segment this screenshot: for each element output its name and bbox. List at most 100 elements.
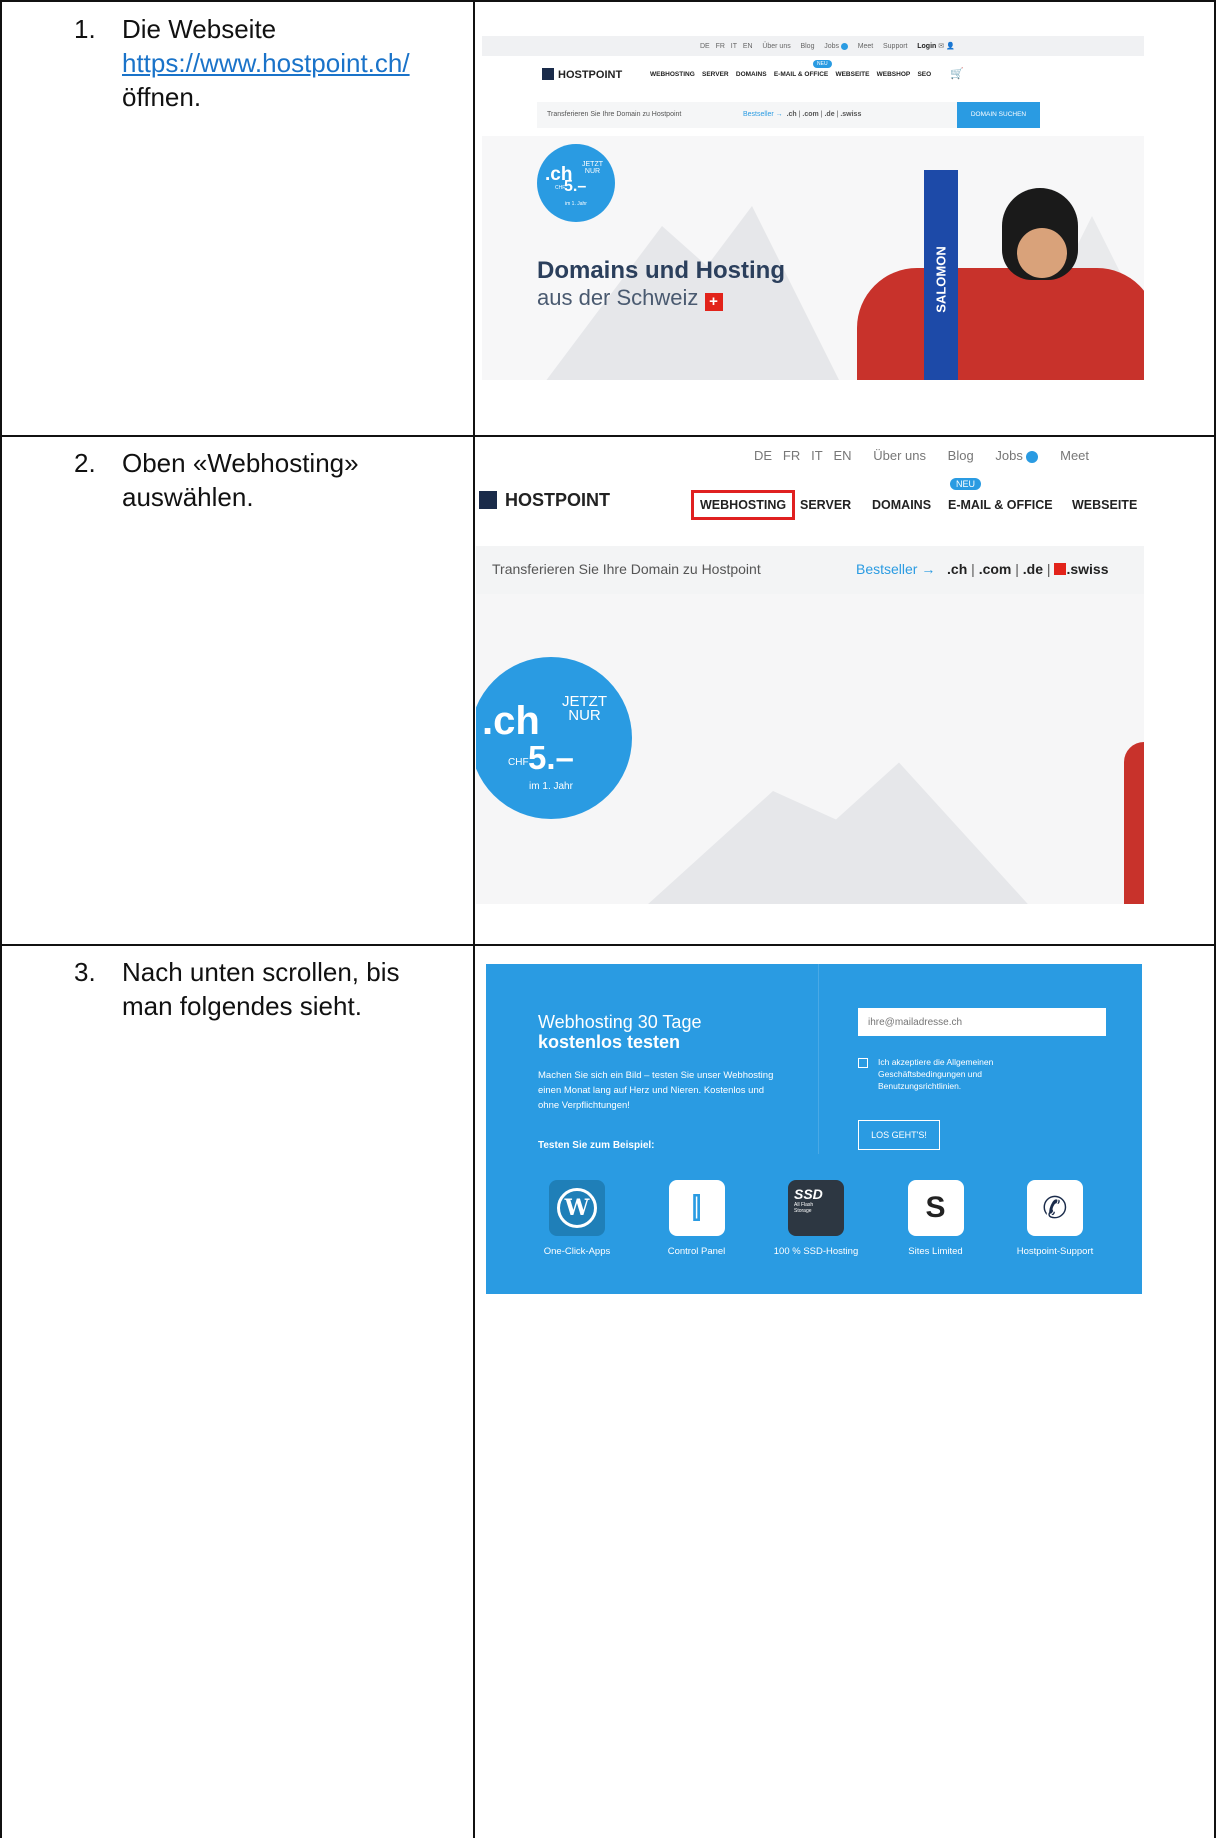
- tld-ch: .ch: [786, 111, 797, 118]
- lang-en[interactable]: EN: [834, 448, 852, 463]
- jobs-badge-icon: [840, 42, 848, 50]
- row-divider-2: [0, 944, 1216, 946]
- nav-webseite[interactable]: WEBSEITE: [1072, 498, 1137, 512]
- feature-ssd-hosting[interactable]: SSD All Flash Storage 100 % SSD-Hosting: [761, 1180, 871, 1257]
- lang-it[interactable]: IT: [731, 43, 737, 50]
- lang-it[interactable]: IT: [811, 448, 823, 463]
- bestseller-label: Bestseller →: [743, 111, 783, 118]
- start-button[interactable]: LOS GEHT'S!: [858, 1120, 940, 1150]
- athlete-jacket: [857, 268, 1144, 380]
- price-promo-badge: .ch JETZT NUR CHF 5.– im 1. Jahr: [476, 657, 632, 819]
- promo-jetzt-nur: JETZT NUR: [562, 693, 607, 724]
- domain-search-bar: Transferieren Sie Ihre Domain zu Hostpoi…: [476, 546, 1144, 594]
- hero-subtitle: aus der Schweiz +: [537, 285, 723, 311]
- navigation-screenshot: DE FR IT EN Über uns Blog Jobs Meet HOST…: [476, 442, 1144, 904]
- feature-sites-limited[interactable]: S Sites Limited: [881, 1180, 991, 1257]
- feature-list: W One-Click-Apps ⫿ Control Panel SSD All…: [522, 1180, 1110, 1257]
- price-promo-badge: .ch JETZT NUR CHF 5.– im 1. Jahr: [537, 144, 615, 222]
- lang-fr[interactable]: FR: [716, 43, 725, 50]
- neu-badge: NEU: [950, 478, 982, 490]
- nav-domains[interactable]: DOMAINS: [736, 71, 767, 78]
- trial-description: Machen Sie sich ein Bild – testen Sie un…: [538, 1070, 774, 1111]
- step-number: 2.: [74, 448, 96, 478]
- nav-server[interactable]: SERVER: [800, 498, 851, 512]
- transfer-text[interactable]: Transferieren Sie Ihre Domain zu Hostpoi…: [492, 561, 761, 577]
- athlete-face: [1017, 228, 1067, 278]
- logo-icon: [479, 491, 497, 509]
- mail-icon[interactable]: ✉: [938, 43, 944, 50]
- tld-ch: .ch: [947, 561, 968, 577]
- athlete-edge: [1124, 742, 1144, 904]
- top-utility-bar: DE FR IT EN Über uns Blog Jobs Meet: [476, 442, 1144, 472]
- step-line: öffnen.: [122, 82, 202, 112]
- tld-swiss: .swiss: [840, 111, 862, 118]
- lang-de[interactable]: DE: [754, 448, 772, 463]
- trial-example-label: Testen Sie zum Beispiel:: [538, 1140, 655, 1151]
- user-icon[interactable]: 👤: [946, 43, 955, 50]
- transfer-text[interactable]: Transferieren Sie Ihre Domain zu Hostpoi…: [547, 111, 681, 118]
- domain-search-bar: Transferieren Sie Ihre Domain zu Hostpoi…: [537, 102, 957, 128]
- promo-jetzt-nur: JETZT NUR: [582, 161, 603, 175]
- table-column-divider: [473, 0, 475, 1838]
- trial-panel-screenshot: Webhosting 30 Tage kostenlos testen Mach…: [486, 964, 1142, 1294]
- nav-webhosting[interactable]: WEBHOSTING: [650, 71, 695, 78]
- promo-tld: .ch: [482, 699, 540, 743]
- login-link[interactable]: Login: [917, 43, 936, 50]
- promo-year: im 1. Jahr: [529, 781, 573, 792]
- step-line: Die Webseite: [122, 14, 277, 44]
- lang-fr[interactable]: FR: [783, 448, 800, 463]
- table-border-top: [0, 0, 1216, 2]
- step-line: Nach unten scrollen, bis: [122, 957, 400, 987]
- terms-text: Ich akzeptiere die Allgemeinen Geschäfts…: [878, 1057, 994, 1091]
- top-utility-bar: DE FR IT EN Über uns Blog Jobs Meet Supp…: [482, 36, 1144, 56]
- nav-email-office[interactable]: E-MAIL & OFFICE: [774, 71, 828, 78]
- salomon-logo: SALOMON: [933, 246, 949, 313]
- nav-domains[interactable]: DOMAINS: [872, 498, 931, 512]
- blog-link[interactable]: Blog: [800, 43, 814, 50]
- hostpoint-link[interactable]: https://www.hostpoint.ch/: [122, 46, 502, 80]
- homepage-screenshot: DE FR IT EN Über uns Blog Jobs Meet Supp…: [482, 36, 1144, 380]
- hero-title: Domains und Hosting: [537, 257, 785, 284]
- trial-title-light: Webhosting 30 Tage: [538, 1012, 702, 1032]
- feature-one-click-apps[interactable]: W One-Click-Apps: [522, 1180, 632, 1257]
- promo-chf: CHF: [508, 757, 529, 768]
- main-nav: WEBHOSTING SERVER DOMAINS E-MAIL & OFFIC…: [650, 71, 931, 78]
- lang-de[interactable]: DE: [700, 43, 710, 50]
- cart-icon[interactable]: 🛒: [950, 67, 964, 80]
- terms-checkbox[interactable]: [858, 1058, 868, 1068]
- nav-webseite[interactable]: WEBSEITE: [835, 71, 869, 78]
- jobs-badge-icon: [1026, 450, 1039, 463]
- swiss-flag-icon: +: [704, 293, 723, 311]
- email-input[interactable]: [858, 1008, 1106, 1036]
- logo[interactable]: HOSTPOINT: [542, 68, 622, 81]
- lang-en[interactable]: EN: [743, 43, 753, 50]
- meet-link[interactable]: Meet: [1060, 448, 1089, 463]
- bestseller-label: Bestseller →: [856, 561, 936, 577]
- neu-badge: NEU: [813, 60, 832, 68]
- feature-control-panel[interactable]: ⫿ Control Panel: [642, 1180, 752, 1257]
- tld-de: .de: [824, 111, 835, 118]
- support-link[interactable]: Support: [883, 43, 908, 50]
- sites-icon: S: [907, 1180, 964, 1236]
- logo[interactable]: HOSTPOINT: [479, 490, 610, 511]
- domain-search-button[interactable]: DOMAIN SUCHEN: [957, 102, 1040, 128]
- table-border-left: [0, 0, 2, 1838]
- about-link[interactable]: Über uns: [873, 448, 926, 463]
- step-number: 3.: [74, 957, 96, 987]
- jobs-link[interactable]: Jobs: [824, 43, 839, 50]
- row-divider-1: [0, 435, 1216, 437]
- nav-webshop[interactable]: WEBSHOP: [877, 71, 911, 78]
- feature-hostpoint-support[interactable]: ✆ Hostpoint-Support: [1000, 1180, 1110, 1257]
- athlete-photo: SALOMON: [837, 170, 1144, 380]
- step-number: 1.: [74, 14, 96, 44]
- nav-server[interactable]: SERVER: [702, 71, 729, 78]
- jobs-link[interactable]: Jobs: [995, 448, 1022, 463]
- nav-seo[interactable]: SEO: [917, 71, 931, 78]
- blog-link[interactable]: Blog: [948, 448, 974, 463]
- step-line: Oben «Webhosting»: [122, 448, 359, 478]
- about-link[interactable]: Über uns: [762, 43, 790, 50]
- promo-price: 5.–: [564, 178, 587, 195]
- meet-link[interactable]: Meet: [858, 43, 874, 50]
- nav-email-office[interactable]: E-MAIL & OFFICE: [948, 498, 1053, 512]
- nav-webhosting-highlighted[interactable]: WEBHOSTING: [691, 490, 796, 520]
